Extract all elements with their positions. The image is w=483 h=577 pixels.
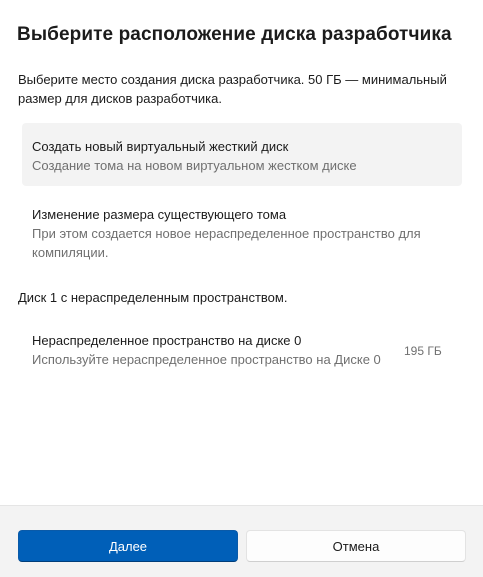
option-resize-existing-volume[interactable]: Изменение размера существующего тома При… xyxy=(22,200,462,270)
cancel-button[interactable]: Отмена xyxy=(246,530,466,562)
disk-section-heading: Диск 1 с нераспределенным пространством. xyxy=(18,290,288,305)
option-subtitle: Используйте нераспределенное пространств… xyxy=(32,352,381,367)
dialog-footer: Далее Отмена xyxy=(0,505,483,577)
dev-drive-location-dialog: Выберите расположение диска разработчика… xyxy=(0,0,483,577)
dialog-description: Выберите место создания диска разработчи… xyxy=(18,72,447,106)
option-title: Создать новый виртуальный жесткий диск xyxy=(32,139,289,154)
disk-size-label: 195 ГБ xyxy=(404,344,442,358)
dialog-title: Выберите расположение диска разработчика xyxy=(17,24,452,45)
option-subtitle: При этом создается новое нераспределенно… xyxy=(32,226,421,260)
option-title: Нераспределенное пространство на диске 0 xyxy=(32,333,302,348)
option-unallocated-space-disk-0[interactable]: Нераспределенное пространство на диске 0… xyxy=(22,328,462,374)
next-button[interactable]: Далее xyxy=(18,530,238,562)
option-title: Изменение размера существующего тома xyxy=(32,207,287,222)
option-create-new-vhd[interactable]: Создать новый виртуальный жесткий диск С… xyxy=(22,123,462,186)
option-subtitle: Создание тома на новом виртуальном жестк… xyxy=(32,158,357,173)
